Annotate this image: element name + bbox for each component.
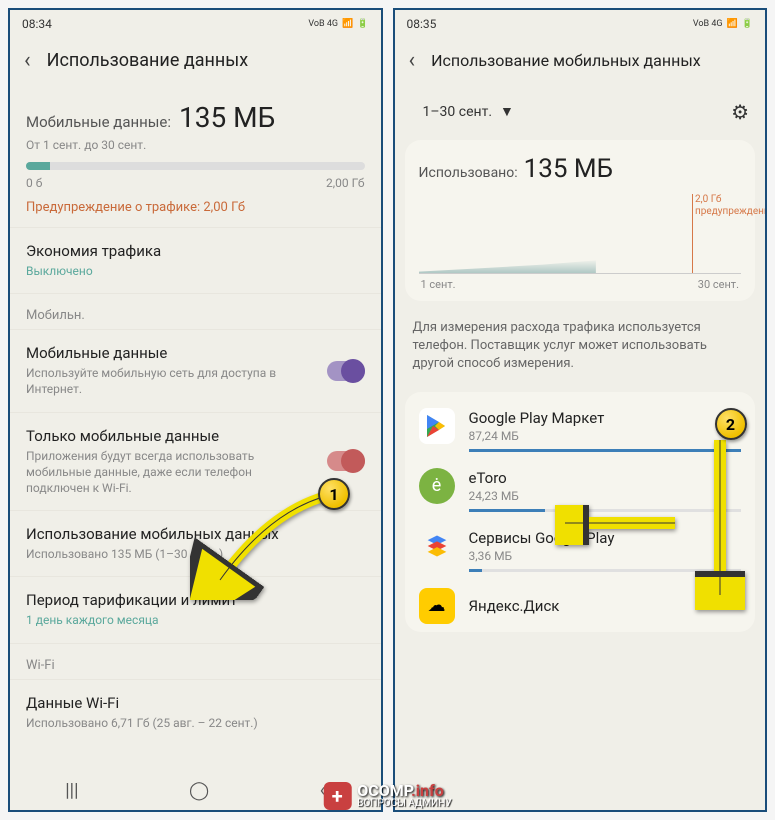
data-saver-sub: Выключено [26,263,365,279]
etoro-icon: ė [419,468,455,504]
home-button[interactable]: ◯ [189,780,209,801]
usage-progress-fill [26,162,50,170]
app-name: eToro [469,469,742,487]
app-size: 3,36 МБ [469,549,742,563]
progress-max: 2,00 Гб [326,176,365,190]
signal-icon: 📶 [727,19,738,29]
mobile-usage-row[interactable]: Использование мобильных данных Использов… [10,510,381,576]
period-dropdown[interactable]: 1–30 сент. ▼ [411,97,526,126]
wifi-data-title: Данные Wi-Fi [26,694,365,712]
billing-period-row[interactable]: Период тарификации и лимит 1 день каждог… [10,576,381,642]
data-saver-title: Экономия трафика [26,242,365,260]
app-name: Яндекс.Диск [469,597,742,615]
mobile-data-title: Мобильные данные [26,344,311,362]
graph-limit-line [692,194,693,273]
used-label: Использовано: [419,165,518,181]
info-text: Для измерения расхода трафика использует… [395,307,766,386]
watermark-brand: OCOMP.info [357,783,452,799]
watermark-logo-icon: + [323,782,351,810]
period-row: 1–30 сент. ▼ ⚙ [395,89,766,134]
chevron-down-icon: ▼ [500,103,514,120]
app-usage-bar [469,569,742,572]
graph-start: 1 сент. [421,278,456,291]
gear-icon[interactable]: ⚙ [731,100,749,124]
used-value: 135 МБ [524,154,613,184]
mobile-usage-title: Использование мобильных данных [26,525,365,543]
app-name: Сервисы Google Play [469,529,742,547]
app-list: Google Play Маркет 87,24 МБ ė eToro 24,2… [405,392,756,632]
usage-graph: 2,0 Гб предупреждение [419,194,742,274]
watermark: + OCOMP.info ВОПРОСЫ АДМИНУ [323,782,452,810]
wifi-data-row[interactable]: Данные Wi-Fi Использовано 6,71 Гб (25 ав… [10,679,381,745]
battery-icon: 🔋 [742,19,753,29]
status-icons: VoB 4G 📶 🔋 [308,19,368,29]
usage-card: Использовано: 135 МБ 2,0 Гб предупрежден… [405,140,756,301]
app-size: 87,24 МБ [469,429,742,443]
clock: 08:35 [407,17,437,31]
phone-left: 08:34 VoB 4G 📶 🔋 ‹ Использование данных … [8,8,383,812]
header: ‹ Использование данных [10,38,381,89]
page-title: Использование мобильных данных [431,51,701,70]
usage-progress [26,162,365,170]
date-range: От 1 сент. до 30 сент. [26,138,365,152]
battery-icon: 🔋 [357,19,368,29]
recent-apps-button[interactable]: ||| [65,780,78,801]
app-row-gps[interactable]: Сервисы Google Play 3,36 МБ [405,516,756,576]
annotation-badge-1: 1 [318,478,350,510]
status-bar: 08:35 VoB 4G 📶 🔋 [395,10,766,38]
only-mobile-title: Только мобильные данные [26,427,311,445]
annotation-badge-2: 2 [715,408,747,440]
wifi-data-sub: Использовано 6,71 Гб (25 авг. – 22 сент.… [26,715,365,731]
status-icons: VoB 4G 📶 🔋 [693,19,753,29]
progress-min: 0 б [26,176,42,190]
clock: 08:34 [22,17,52,31]
app-usage-bar [469,449,742,452]
traffic-warning: Предупреждение о трафике: 2,00 Гб [26,200,365,215]
billing-period-title: Период тарификации и лимит [26,591,365,609]
app-name: Google Play Маркет [469,409,742,427]
graph-line [419,259,596,273]
play-market-icon [419,408,455,444]
page-title: Использование данных [47,50,249,71]
mobile-data-toggle-row[interactable]: Мобильные данные Используйте мобильную с… [10,329,381,411]
mobile-data-toggle[interactable] [327,361,365,381]
signal-icon: 📶 [342,19,353,29]
back-icon[interactable]: ‹ [24,48,31,73]
progress-labels: 0 б 2,00 Гб [26,176,365,190]
mobile-data-label: Мобильные данные: [26,113,171,131]
period-label: 1–30 сент. [423,104,493,120]
phone-right: 08:35 VoB 4G 📶 🔋 ‹ Использование мобильн… [393,8,768,812]
yandex-disk-icon: ☁ [419,588,455,624]
app-row-etoro[interactable]: ė eToro 24,23 МБ [405,456,756,516]
only-mobile-toggle[interactable] [327,451,365,471]
google-play-services-icon [419,528,455,564]
status-bar: 08:34 VoB 4G 📶 🔋 [10,10,381,38]
graph-end: 30 сент. [698,278,739,291]
app-row-yandex-disk[interactable]: ☁ Яндекс.Диск [405,576,756,628]
mobile-data-sub: Используйте мобильную сеть для доступа в… [26,365,311,397]
app-usage-bar [469,509,742,512]
graph-limit-text: 2,0 Гб предупреждение [695,194,745,218]
watermark-sub: ВОПРОСЫ АДМИНУ [357,799,452,809]
content: Мобильные данные: 135 МБ От 1 сент. до 3… [10,89,381,770]
section-wifi: Wi-Fi [10,643,381,679]
mobile-data-value: 135 МБ [179,101,275,134]
section-mobile: Мобильн. [10,293,381,329]
app-size: 24,23 МБ [469,489,742,503]
app-row-google-play[interactable]: Google Play Маркет 87,24 МБ [405,396,756,456]
mobile-data-summary: Мобильные данные: 135 МБ От 1 сент. до 3… [10,89,381,227]
graph-labels: 1 сент. 30 сент. [419,274,742,291]
only-mobile-sub: Приложения будут всегда использовать моб… [26,448,311,497]
back-icon[interactable]: ‹ [409,48,416,73]
billing-period-sub: 1 день каждого месяца [26,612,365,628]
data-saver-row[interactable]: Экономия трафика Выключено [10,227,381,293]
mobile-usage-sub: Использовано 135 МБ (1–30 сент.) [26,546,365,562]
header: ‹ Использование мобильных данных [395,38,766,89]
